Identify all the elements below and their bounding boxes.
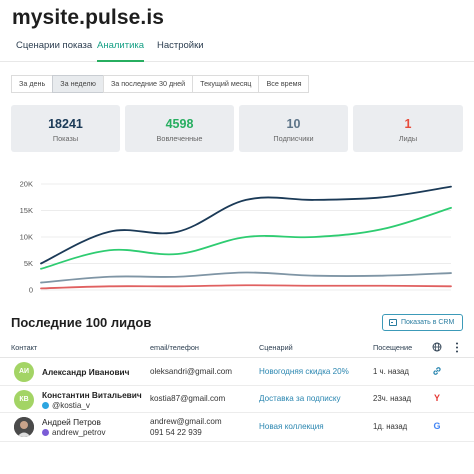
tab-settings[interactable]: Настройки xyxy=(157,40,204,62)
google-icon: G xyxy=(433,421,441,431)
table-row[interactable]: КВ Константин Витальевич @kostia_v kosti… xyxy=(0,386,474,413)
stat-card-leads: 1 Лиды xyxy=(353,105,463,152)
show-in-crm-label: Показать в CRM xyxy=(401,319,455,326)
show-in-crm-button[interactable]: Показать в CRM xyxy=(382,314,463,331)
contact-email: oleksandri@gmail.com xyxy=(150,367,232,376)
table-row[interactable]: АИ Александр Иванович oleksandri@gmail.c… xyxy=(0,359,474,386)
contact-name: Константин Витальевич xyxy=(42,390,142,400)
link-icon xyxy=(433,367,441,375)
leads-table-header: Контакт email/телефон Сценарий Посещение xyxy=(0,339,474,358)
range-all-time-button[interactable]: Все время xyxy=(258,75,310,93)
contact-name: Александр Иванович xyxy=(42,367,130,377)
column-header-contact[interactable]: Контакт xyxy=(11,343,37,352)
stat-card-engaged: 4598 Вовлеченные xyxy=(125,105,234,152)
y-tick-label: 15K xyxy=(20,206,33,215)
tab-scenarios[interactable]: Сценарии показа xyxy=(16,40,92,62)
y-tick-label: 5K xyxy=(24,259,33,268)
stat-label: Лиды xyxy=(398,134,418,143)
viber-handle: andrew_petrov xyxy=(42,428,106,437)
column-header-scenario[interactable]: Сценарий xyxy=(259,343,293,352)
stat-label: Вовлеченные xyxy=(156,134,203,143)
crm-icon xyxy=(389,319,397,326)
avatar: АИ xyxy=(14,362,34,382)
more-options-icon[interactable] xyxy=(455,342,459,353)
y-tick-label: 10K xyxy=(20,233,33,242)
chart-background xyxy=(11,170,463,300)
telegram-icon xyxy=(42,402,49,409)
column-header-email-phone[interactable]: email/телефон xyxy=(150,343,199,352)
telegram-handle-text: @kostia_v xyxy=(52,401,90,410)
range-current-month-button[interactable]: Текущий месяц xyxy=(192,75,260,93)
stat-value: 1 xyxy=(404,117,412,131)
range-day-button[interactable]: За день xyxy=(11,75,54,93)
stat-label: Показы xyxy=(52,134,79,143)
table-row[interactable]: Андрей Петров andrew_petrov andrew@gmail… xyxy=(0,413,474,442)
contact-phone: 091 54 22 939 xyxy=(150,428,202,437)
viber-handle-text: andrew_petrov xyxy=(52,428,106,437)
stat-value: 18241 xyxy=(48,117,83,131)
stat-value: 4598 xyxy=(165,117,194,131)
user-photo-icon xyxy=(14,417,34,437)
column-header-visit[interactable]: Посещение xyxy=(373,343,412,352)
stat-card-subscribers: 10 Подписчики xyxy=(239,105,348,152)
contact-name: Андрей Петров xyxy=(42,417,101,427)
scenario-link[interactable]: Новогодняя скидка 20% xyxy=(259,367,349,376)
avatar: КВ xyxy=(14,390,34,410)
date-range-selector: За день За неделю За последние 30 дней Т… xyxy=(11,75,310,93)
scenario-link[interactable]: Доставка за подписку xyxy=(259,394,341,403)
leads-title: Последние 100 лидов xyxy=(11,315,152,330)
avatar xyxy=(14,417,34,437)
visit-time: 23ч. назад xyxy=(373,394,412,403)
stat-value: 10 xyxy=(286,117,301,131)
yandex-icon: Y xyxy=(433,393,440,403)
visit-time: 1д. назад xyxy=(373,422,408,431)
y-tick-label: 20K xyxy=(20,180,33,189)
telegram-handle: @kostia_v xyxy=(42,401,90,410)
range-week-button[interactable]: За неделю xyxy=(52,75,104,93)
analytics-chart: 0 5K 10K 15K 20K xyxy=(11,170,463,300)
visit-time: 1 ч. назад xyxy=(373,367,409,376)
tab-bar: Сценарии показа Аналитика Настройки xyxy=(0,40,474,62)
tab-analytics[interactable]: Аналитика xyxy=(97,40,145,62)
line-chart: 0 5K 10K 15K 20K xyxy=(11,170,463,300)
site-title: mysite.pulse.is xyxy=(12,6,165,29)
globe-icon[interactable] xyxy=(432,342,442,352)
y-tick-label: 0 xyxy=(29,286,33,295)
contact-email: kostia87@gmail.com xyxy=(150,394,226,403)
range-30-days-button[interactable]: За последние 30 дней xyxy=(102,75,194,93)
stat-label: Подписчики xyxy=(273,134,314,143)
stat-card-views: 18241 Показы xyxy=(11,105,120,152)
contact-email: andrew@gmail.com xyxy=(150,417,222,426)
scenario-link[interactable]: Новая коллекция xyxy=(259,422,324,431)
viber-icon xyxy=(42,429,49,436)
